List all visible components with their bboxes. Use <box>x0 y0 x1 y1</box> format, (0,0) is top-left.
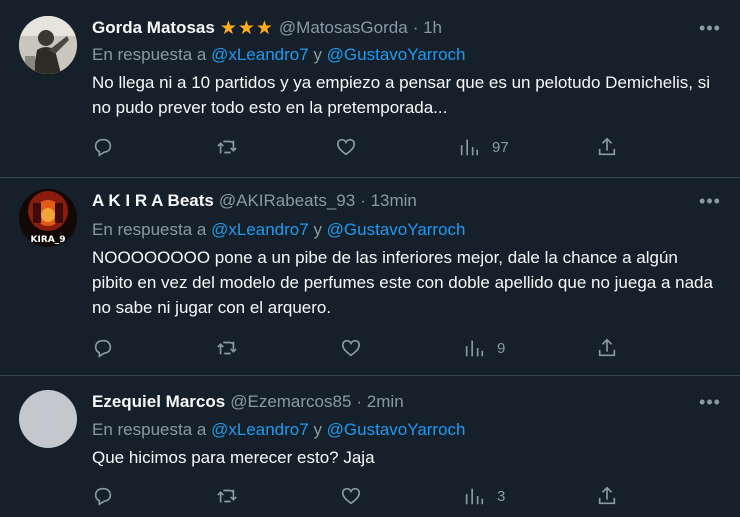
display-name[interactable]: A K I R A Beats <box>92 191 214 211</box>
views-button[interactable]: 3 <box>463 483 505 509</box>
reply-context: En respuesta a @xLeandro7 y @GustavoYarr… <box>92 418 466 442</box>
views-count: 3 <box>497 487 506 505</box>
tweet-text: NOOOOOOOO pone a un pibe de las inferior… <box>92 248 713 317</box>
display-name[interactable]: Ezequiel Marcos <box>92 392 225 412</box>
mention-link[interactable]: @xLeandro7 <box>211 45 309 64</box>
reply-icon <box>94 339 112 358</box>
retweet-icon <box>217 489 237 503</box>
avatar[interactable]: KIRA_9 <box>19 189 77 247</box>
reply-and: y <box>313 45 322 64</box>
retweet-icon <box>217 341 237 355</box>
views-button[interactable]: 9 <box>463 335 505 361</box>
share-icon <box>598 486 616 505</box>
mention-link[interactable]: @GustavoYarroch <box>327 45 466 64</box>
share-icon <box>598 137 616 156</box>
analytics-icon <box>465 488 484 505</box>
more-horizontal-icon[interactable]: ••• <box>697 16 723 40</box>
handle[interactable]: @MatosasGorda <box>279 18 408 38</box>
timestamp[interactable]: · 1h <box>413 18 442 38</box>
reply-prefix: En respuesta a <box>92 420 207 439</box>
tweet-1[interactable]: Gorda Matosas ★★★ @MatosasGorda · 1h •••… <box>0 0 740 177</box>
avatar-label: KIRA_9 <box>31 235 66 245</box>
retweet-button[interactable] <box>216 134 238 160</box>
avatar[interactable] <box>19 16 77 74</box>
avatar-photo <box>19 16 77 74</box>
reply-context: En respuesta a @xLeandro7 y @GustavoYarr… <box>92 218 466 242</box>
heart-icon <box>336 138 356 156</box>
action-bar: 3 <box>92 483 632 509</box>
handle[interactable]: @Ezemarcos85 <box>230 392 351 412</box>
analytics-icon <box>465 340 484 357</box>
timestamp[interactable]: · 13min <box>360 191 417 211</box>
tweet-text: Que hicimos para merecer esto? Jaja <box>92 448 375 467</box>
share-icon <box>598 338 616 357</box>
mention-link[interactable]: @GustavoYarroch <box>327 420 466 439</box>
timestamp[interactable]: · 2min <box>356 392 403 412</box>
views-button[interactable]: 97 <box>458 134 509 160</box>
retweet-button[interactable] <box>216 335 238 361</box>
tweet-text: No llega ni a 10 partidos y ya empiezo a… <box>92 73 711 117</box>
retweet-icon <box>217 140 237 154</box>
mention-link[interactable]: @xLeandro7 <box>211 220 309 239</box>
star-badge-icon: ★★★ <box>219 17 274 39</box>
reply-button[interactable] <box>92 134 114 160</box>
action-bar: 97 <box>92 134 632 160</box>
more-horizontal-icon[interactable]: ••• <box>697 189 723 213</box>
action-bar: 9 <box>92 335 632 361</box>
reply-icon <box>94 138 112 157</box>
reply-and: y <box>313 220 322 239</box>
tweet-2[interactable]: KIRA_9 A K I R A Beats @AKIRabeats_93 · … <box>0 178 740 375</box>
reply-context: En respuesta a @xLeandro7 y @GustavoYarr… <box>92 43 466 67</box>
like-button[interactable] <box>340 483 362 509</box>
avatar[interactable] <box>19 390 77 448</box>
share-button[interactable] <box>596 134 618 160</box>
reply-prefix: En respuesta a <box>92 45 207 64</box>
reply-and: y <box>313 420 322 439</box>
mention-link[interactable]: @xLeandro7 <box>211 420 309 439</box>
reply-button[interactable] <box>92 483 114 509</box>
tweet-3[interactable]: Ezequiel Marcos @Ezemarcos85 · 2min ••• … <box>0 376 740 517</box>
reply-button[interactable] <box>92 335 114 361</box>
share-button[interactable] <box>596 335 618 361</box>
reply-prefix: En respuesta a <box>92 220 207 239</box>
share-button[interactable] <box>596 483 618 509</box>
display-name[interactable]: Gorda Matosas <box>92 18 215 38</box>
more-horizontal-icon[interactable]: ••• <box>697 390 723 414</box>
heart-icon <box>341 339 361 357</box>
avatar-photo: KIRA_9 <box>19 189 77 247</box>
analytics-icon <box>460 139 479 156</box>
reply-icon <box>94 487 112 506</box>
retweet-button[interactable] <box>216 483 238 509</box>
views-count: 97 <box>492 138 509 156</box>
views-count: 9 <box>497 339 506 357</box>
handle[interactable]: @AKIRabeats_93 <box>219 191 355 211</box>
heart-icon <box>341 487 361 505</box>
like-button[interactable] <box>340 335 362 361</box>
like-button[interactable] <box>335 134 357 160</box>
mention-link[interactable]: @GustavoYarroch <box>327 220 466 239</box>
